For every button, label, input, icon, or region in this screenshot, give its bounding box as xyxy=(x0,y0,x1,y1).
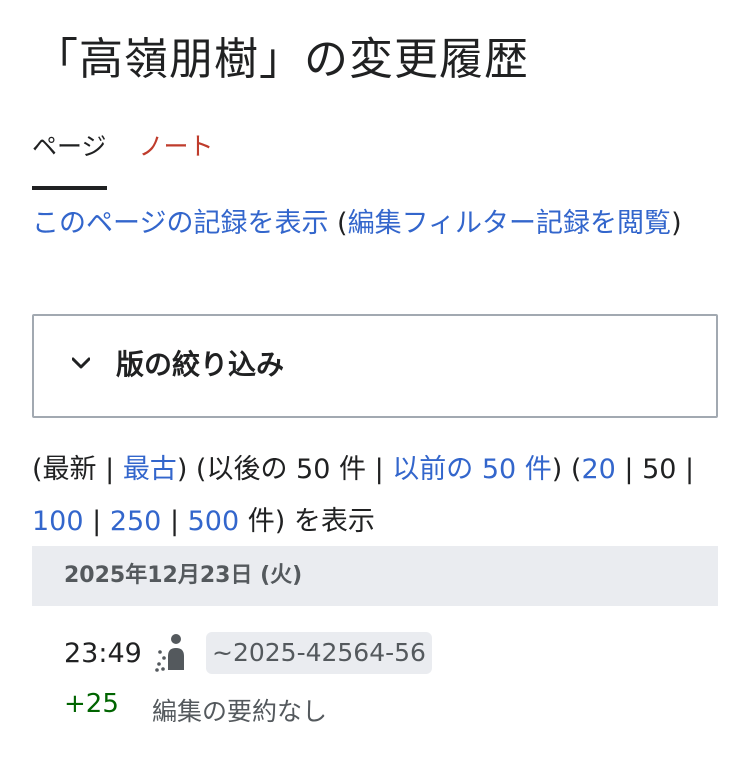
nav-text: ) ( xyxy=(551,454,582,485)
limit-500-link[interactable]: 500 xyxy=(188,506,240,537)
filter-revisions-toggle[interactable]: 版の絞り込み xyxy=(32,314,718,418)
limit-20-link[interactable]: 20 xyxy=(581,454,615,485)
tab-note[interactable]: ノート xyxy=(139,122,214,182)
nav-text: ) ( xyxy=(176,454,207,485)
nav-newest: 最新 xyxy=(42,454,97,485)
filter-log-link[interactable]: 編集フィルター記録を閲覧 xyxy=(348,208,671,239)
temp-user-icon xyxy=(155,634,184,672)
filter-revisions-label: 版の絞り込み xyxy=(116,348,285,381)
page-title: 「高嶺朋樹」の変更履歴 xyxy=(34,34,529,85)
date-header: 2025年12月23日 (火) xyxy=(32,546,718,606)
revision-time-link[interactable]: 23:49 xyxy=(64,632,142,676)
nav-oldest-link[interactable]: 最古 xyxy=(123,454,177,485)
limit-250-link[interactable]: 250 xyxy=(110,506,162,537)
nav-separator: | xyxy=(676,454,695,485)
edit-summary: 編集の要約なし xyxy=(152,697,328,726)
size-diff: +25 xyxy=(64,689,119,719)
log-links: このページの記録を表示 (編集フィルター記録を閲覧) xyxy=(32,200,722,248)
nav-separator: | xyxy=(615,454,643,485)
paren-close: ) xyxy=(671,208,682,239)
nav-text: ( xyxy=(32,454,43,485)
nav-separator: | xyxy=(161,506,188,537)
namespace-tabs: ページ ノート xyxy=(32,122,246,190)
date-header-label: 2025年12月23日 (火) xyxy=(64,563,303,588)
nav-later: 以後の 50 件 xyxy=(206,454,366,485)
nav-separator: | xyxy=(83,506,110,537)
nav-separator: | xyxy=(96,454,123,485)
limit-100-link[interactable]: 100 xyxy=(32,506,84,537)
tab-page[interactable]: ページ xyxy=(32,122,107,190)
view-log-link[interactable]: このページの記録を表示 xyxy=(32,208,328,239)
paren-open: ( xyxy=(328,208,348,239)
nav-text: 件) を表示 xyxy=(239,506,375,537)
history-navigation: (最新 | 最古) (以後の 50 件 | 以前の 50 件) (20 | 50… xyxy=(32,444,722,548)
nav-earlier-link[interactable]: 以前の 50 件 xyxy=(392,454,552,485)
chevron-down-icon xyxy=(72,357,90,369)
user-link[interactable]: ~2025-42564-56 xyxy=(206,632,432,674)
nav-separator: | xyxy=(366,454,393,485)
limit-50-current: 50 xyxy=(642,454,677,485)
